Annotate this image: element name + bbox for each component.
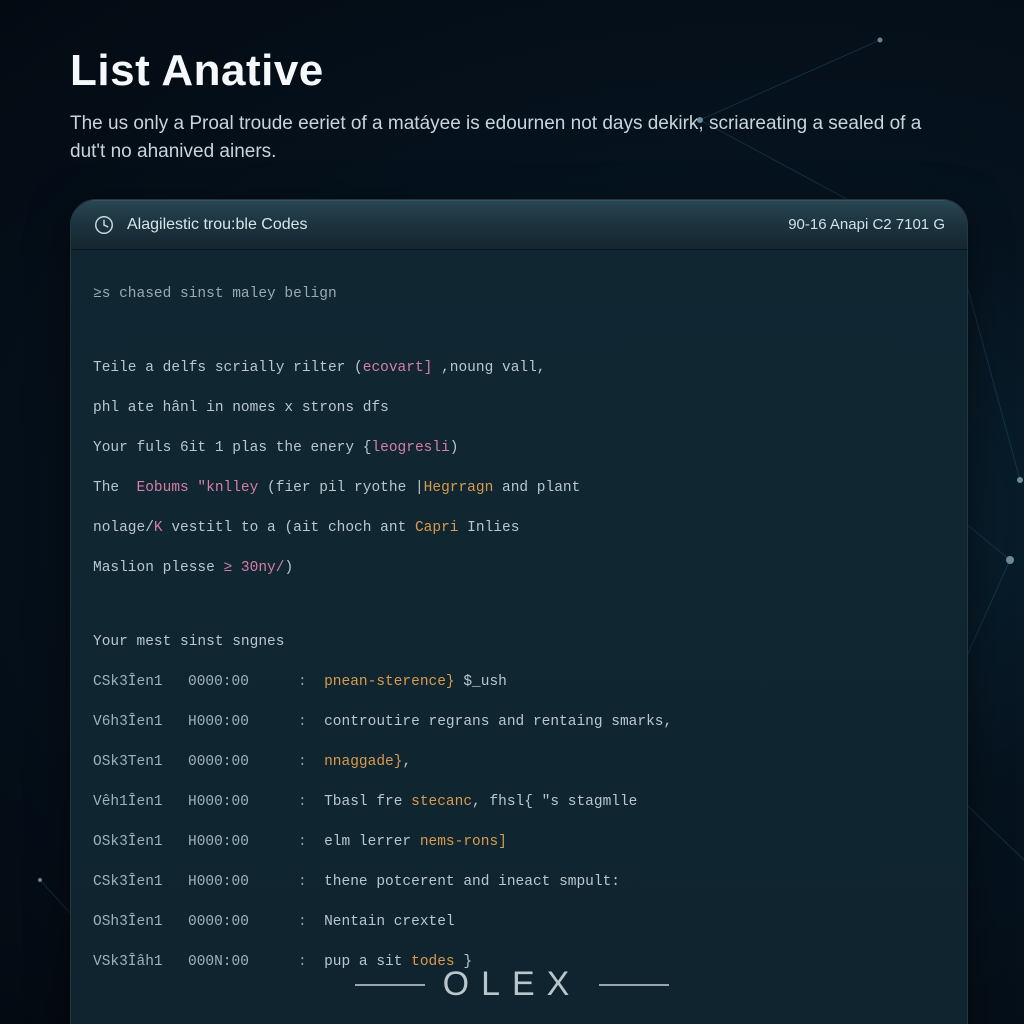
clock-icon: [93, 214, 115, 236]
terminal-header-meta: 90-16 Anapi C2 7101 G: [788, 216, 945, 233]
table-row: OSk3Ten10000:00: nnaggade},: [93, 752, 945, 772]
output-line: Maslion plesse ≥ 30ny/): [93, 558, 945, 578]
table-row: CSk3Îen1H000:00: thene potcerent and ine…: [93, 872, 945, 892]
table-heading: Your mest sinst sngnes: [93, 632, 945, 652]
table-row: OSh3Îen10000:00: Nentain crextel: [93, 912, 945, 932]
output-line: Your fuls 6it 1 plas the enery {leogresl…: [93, 438, 945, 458]
table-row: CSk3Îen10000:00: pnean-sterence} $_ush: [93, 672, 945, 692]
table-row: OSk3Îen1H000:00: elm lerrer nems-rons]: [93, 832, 945, 852]
output-line: The Eobums "knlley (fier pil ryothe |Heg…: [93, 478, 945, 498]
brand-logo: OLEX: [443, 965, 582, 1004]
brand-divider-right: [599, 984, 669, 986]
prompt-line: ≥s chased sinst maley belign: [93, 284, 945, 304]
terminal-title: Alagilestic trou:ble Codes: [127, 216, 788, 234]
output-line: Teile a delfs scrially rilter (ecovart] …: [93, 358, 945, 378]
output-line: phl ate hânl in nomes x strons dfs: [93, 398, 945, 418]
brand-divider-left: [355, 984, 425, 986]
page-subtitle: The us only a Proal troude eeriet of a m…: [70, 110, 950, 165]
terminal-header: Alagilestic trou:ble Codes 90-16 Anapi C…: [71, 200, 967, 250]
brand-footer: OLEX: [0, 965, 1024, 1004]
terminal-body[interactable]: ≥s chased sinst maley belign Teile a del…: [71, 250, 967, 1024]
table-row: V6h3Îen1H000:00: controutire regrans and…: [93, 712, 945, 732]
page-title: List Anative: [70, 46, 954, 96]
table-row: Vêh1Îen1H000:00: Tbasl fre stecanc, fhsl…: [93, 792, 945, 812]
output-line: nolage/K vestitl to a (ait choch ant Cap…: [93, 518, 945, 538]
terminal-window: Alagilestic trou:ble Codes 90-16 Anapi C…: [70, 199, 968, 1024]
